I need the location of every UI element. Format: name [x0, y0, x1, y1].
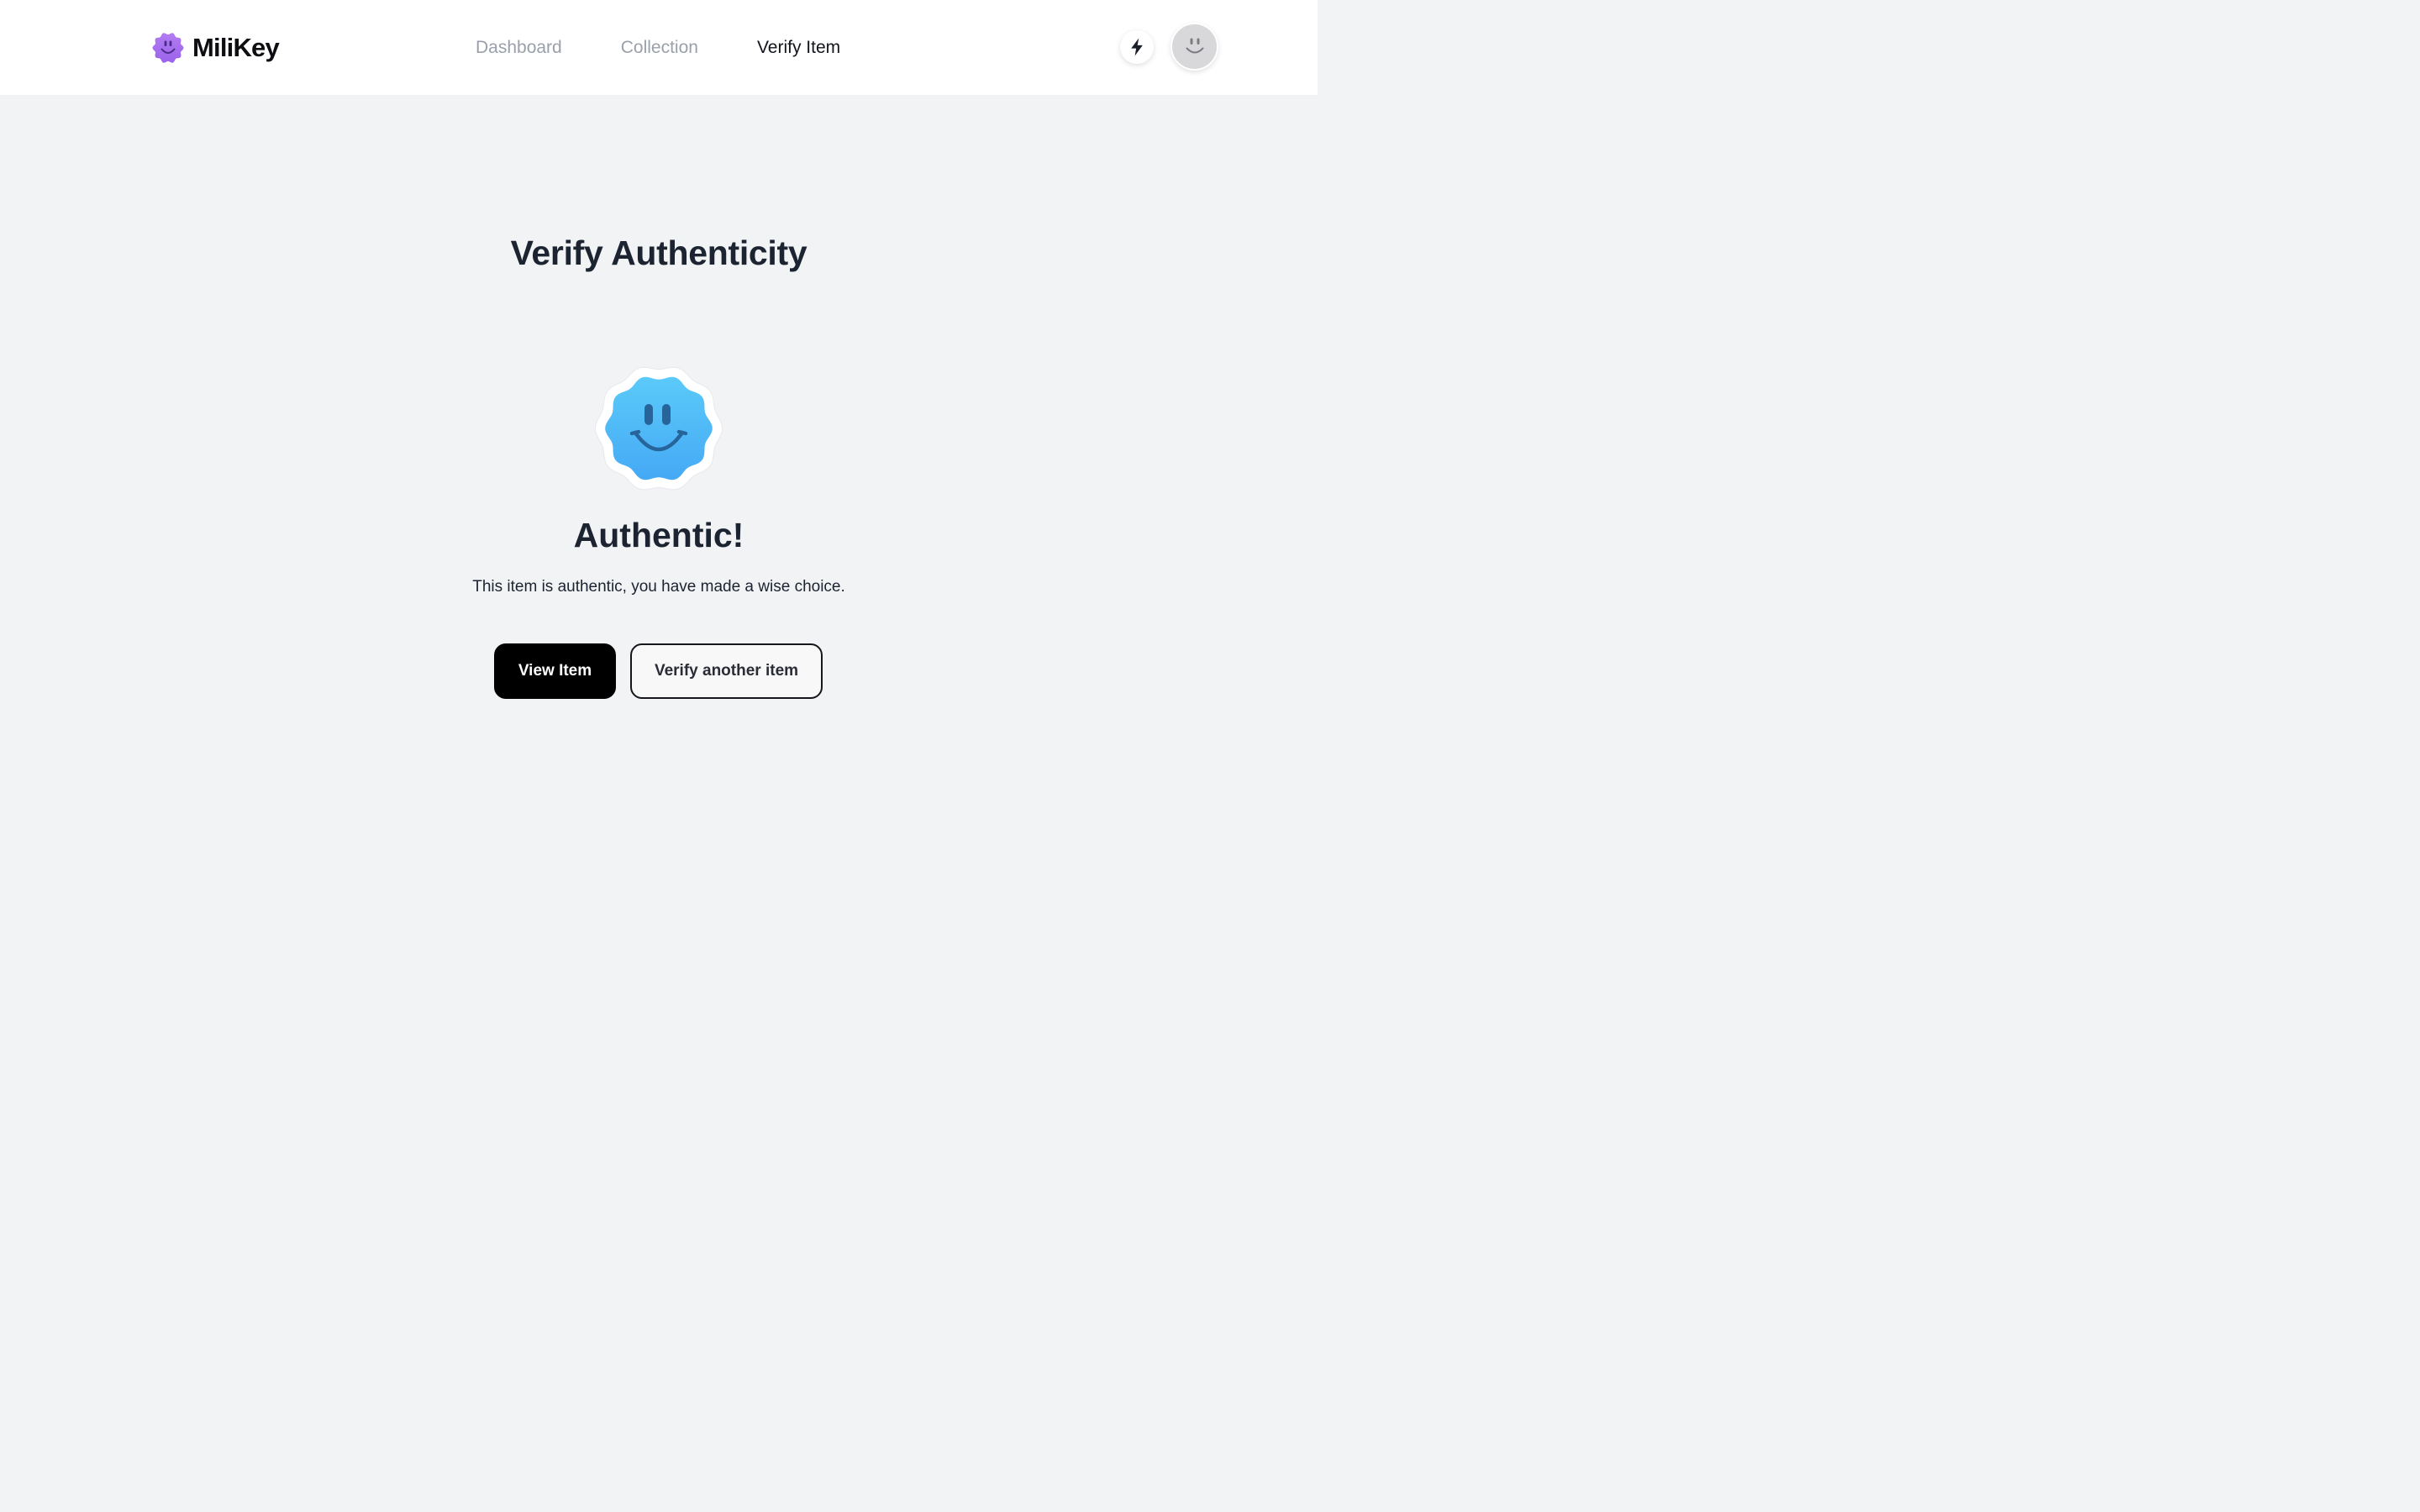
authentic-smiley-badge-icon	[594, 366, 723, 491]
page-title: Verify Authenticity	[510, 234, 808, 272]
brand-logo-link[interactable]: MiliKey	[152, 32, 280, 64]
brand-name: MiliKey	[192, 33, 280, 62]
nav-item-dashboard[interactable]: Dashboard	[476, 35, 562, 60]
view-item-button[interactable]: View Item	[494, 643, 616, 699]
top-navigation-bar: MiliKey Dashboard Collection Verify Item	[0, 0, 1318, 95]
smiley-flower-icon	[152, 33, 184, 63]
nav-item-collection[interactable]: Collection	[621, 35, 698, 60]
result-message: This item is authentic, you have made a …	[472, 578, 845, 596]
smiley-avatar-icon	[1186, 38, 1203, 53]
user-avatar-button[interactable]	[1171, 23, 1218, 71]
main-nav: Dashboard Collection Verify Item	[476, 35, 899, 60]
lightning-bolt-icon	[1131, 38, 1143, 56]
quick-action-button[interactable]	[1120, 30, 1154, 64]
verify-another-item-button[interactable]: Verify another item	[630, 643, 823, 699]
nav-item-verify-item[interactable]: Verify Item	[757, 35, 840, 60]
result-heading: Authentic!	[573, 516, 744, 554]
